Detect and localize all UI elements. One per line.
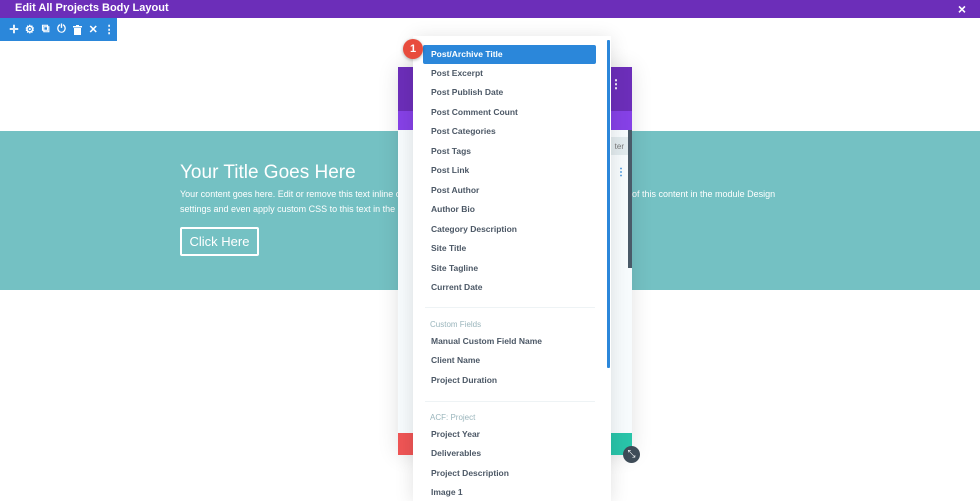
more-icon[interactable]: ⋮ bbox=[101, 18, 117, 41]
dropdown-item[interactable]: Project Year bbox=[423, 425, 596, 444]
dropdown-item[interactable]: Post Comment Count bbox=[423, 103, 596, 122]
hero-title: Your Title Goes Here bbox=[180, 162, 356, 183]
dropdown-item[interactable]: Category Description bbox=[423, 220, 596, 239]
options-icon[interactable]: ⋮ bbox=[616, 167, 626, 178]
layout-title: Edit All Projects Body Layout bbox=[15, 2, 169, 14]
dropdown-item[interactable]: Post Excerpt bbox=[423, 64, 596, 83]
dropdown-item[interactable]: Author Bio bbox=[423, 200, 596, 219]
dropdown-item[interactable]: Post Categories bbox=[423, 122, 596, 141]
group-label-custom-fields: Custom Fields bbox=[430, 320, 482, 329]
hero-text-right: of this content in the module Design bbox=[632, 189, 776, 199]
step-badge: 1 bbox=[403, 39, 423, 59]
dropdown-item[interactable]: Post Link bbox=[423, 161, 596, 180]
dropdown-item[interactable]: Client Name bbox=[423, 351, 596, 370]
dropdown-item[interactable]: Current Date bbox=[423, 278, 596, 297]
more-icon[interactable]: ⋮ bbox=[610, 77, 622, 91]
move-icon[interactable]: ✛ bbox=[6, 18, 22, 41]
dropdown-item[interactable]: Project Duration bbox=[423, 371, 596, 390]
group-label-acf-project: ACF: Project bbox=[430, 413, 476, 422]
duplicate-icon[interactable]: ⧉ bbox=[38, 18, 54, 41]
trash-icon[interactable] bbox=[69, 18, 85, 41]
gear-icon[interactable]: ⚙ bbox=[22, 18, 38, 41]
click-here-button[interactable]: Click Here bbox=[180, 227, 259, 256]
divider bbox=[425, 307, 595, 308]
modal-scrollbar[interactable] bbox=[628, 130, 632, 268]
divider bbox=[425, 401, 595, 402]
dynamic-content-dropdown: Post/Archive Title Post Excerpt Post Pub… bbox=[413, 36, 611, 501]
dropdown-item[interactable]: Post Publish Date bbox=[423, 83, 596, 102]
dropdown-item[interactable]: Image 1 bbox=[423, 483, 596, 501]
dropdown-item[interactable]: Site Title bbox=[423, 239, 596, 258]
dropdown-item[interactable]: Post Author bbox=[423, 181, 596, 200]
dropdown-item[interactable]: Project Description bbox=[423, 464, 596, 483]
dropdown-scrollbar[interactable] bbox=[607, 40, 610, 368]
dropdown-item-post-archive-title[interactable]: Post/Archive Title bbox=[423, 45, 596, 64]
dropdown-item[interactable]: Site Tagline bbox=[423, 259, 596, 278]
dropdown-item[interactable]: Post Tags bbox=[423, 142, 596, 161]
dropdown-item[interactable]: Deliverables bbox=[423, 444, 596, 463]
builder-topbar: Edit All Projects Body Layout × bbox=[0, 0, 980, 18]
power-icon[interactable]: ⏻ bbox=[54, 18, 70, 41]
row-toolbar: ✛ ⚙ ⧉ ⏻ ✕ ⋮ bbox=[0, 18, 117, 41]
dropdown-item[interactable]: Manual Custom Field Name bbox=[423, 332, 596, 351]
close-builder-icon[interactable]: × bbox=[958, 0, 966, 18]
resize-handle-icon[interactable]: ⤡ bbox=[623, 446, 640, 463]
close-icon[interactable]: ✕ bbox=[85, 18, 101, 41]
